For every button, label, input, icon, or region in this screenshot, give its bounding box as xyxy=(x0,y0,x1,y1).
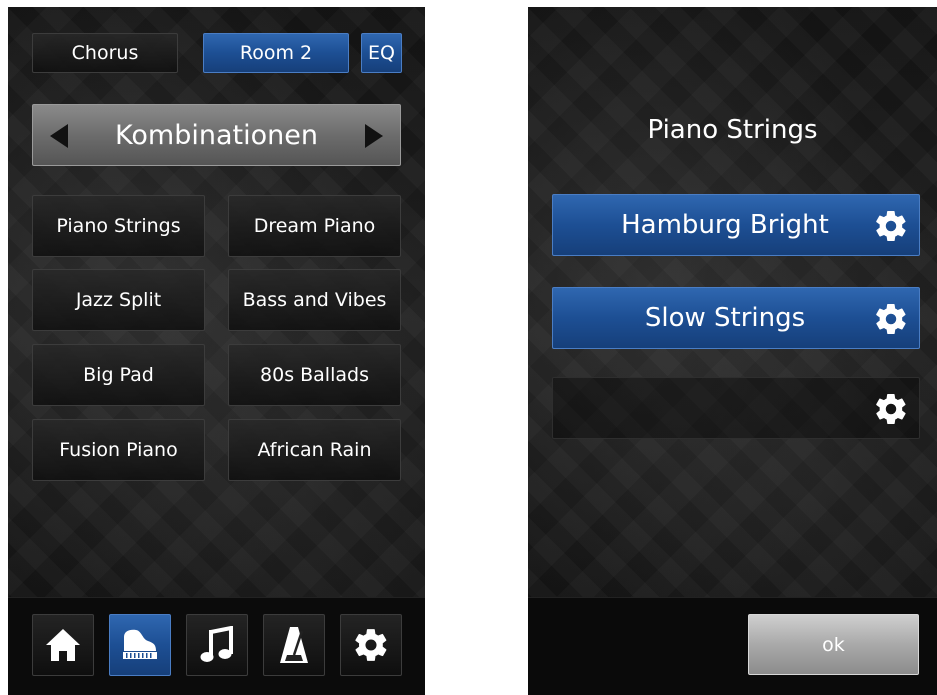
page-title: Piano Strings xyxy=(647,115,818,145)
preset-button[interactable]: Fusion Piano xyxy=(32,419,205,481)
metronome-icon xyxy=(280,627,308,663)
preset-button[interactable]: 80s Ballads xyxy=(228,344,401,406)
room-button[interactable]: Room 2 xyxy=(203,33,349,73)
next-arrow-icon[interactable] xyxy=(365,124,383,148)
nav-music-button[interactable] xyxy=(186,614,248,676)
nav-piano-button[interactable] xyxy=(109,614,171,676)
combinations-screen: Chorus Room 2 EQ Kombinationen Piano Str… xyxy=(8,7,425,695)
home-icon xyxy=(46,629,80,661)
sound-slot-3[interactable] xyxy=(552,377,920,439)
nav-metronome-button[interactable] xyxy=(263,614,325,676)
preset-button[interactable]: African Rain xyxy=(228,419,401,481)
gear-icon[interactable] xyxy=(873,391,909,427)
nav-home-button[interactable] xyxy=(32,614,94,676)
sound-slot-label xyxy=(553,378,857,438)
nav-settings-button[interactable] xyxy=(340,614,402,676)
gear-icon xyxy=(355,629,387,661)
chorus-button[interactable]: Chorus xyxy=(32,33,178,73)
eq-button[interactable]: EQ xyxy=(361,33,402,73)
bottom-navigation xyxy=(8,597,425,695)
sound-slot-2[interactable]: Slow Strings xyxy=(552,287,920,349)
preset-button[interactable]: Dream Piano xyxy=(228,195,401,257)
dialog-footer: ok xyxy=(528,597,937,695)
preset-button[interactable]: Jazz Split xyxy=(32,269,205,331)
preset-button[interactable]: Bass and Vibes xyxy=(228,269,401,331)
category-title: Kombinationen xyxy=(115,119,318,151)
piano-icon xyxy=(123,629,157,659)
combination-detail-screen: Piano Strings Hamburg Bright Slow String… xyxy=(528,7,937,695)
sound-slot-label: Hamburg Bright xyxy=(621,210,829,240)
gear-icon[interactable] xyxy=(873,208,909,244)
ok-button[interactable]: ok xyxy=(748,614,919,675)
preset-button[interactable]: Big Pad xyxy=(32,344,205,406)
music-note-icon xyxy=(200,626,233,662)
gear-icon[interactable] xyxy=(873,301,909,337)
preset-button[interactable]: Piano Strings xyxy=(32,195,205,257)
sound-slot-label: Slow Strings xyxy=(644,303,806,333)
sound-slot-1[interactable]: Hamburg Bright xyxy=(552,194,920,256)
category-selector: Kombinationen xyxy=(32,104,401,166)
